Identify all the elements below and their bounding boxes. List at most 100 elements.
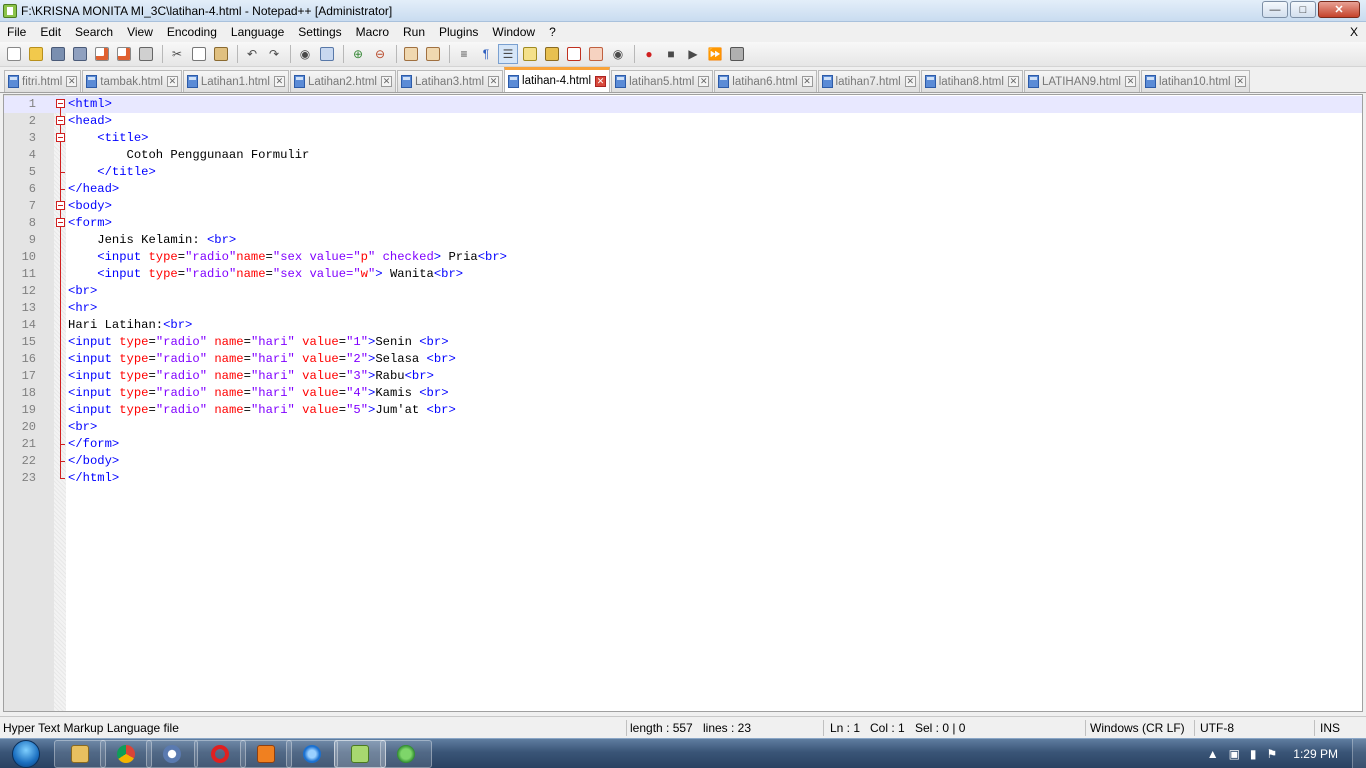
close-file-button[interactable] — [92, 44, 112, 64]
sync-vertical-button[interactable] — [401, 44, 421, 64]
tab-tambak[interactable]: tambak.html ✕ — [82, 70, 182, 92]
show-desktop-button[interactable] — [1352, 739, 1366, 768]
tab-latihan9[interactable]: LATIHAN9.html ✕ — [1023, 70, 1140, 92]
taskbar-opera[interactable] — [194, 740, 246, 768]
code-line[interactable]: 9 Jenis Kelamin: <br> — [4, 232, 1362, 249]
record-macro-button[interactable]: ● — [639, 44, 659, 64]
code-line[interactable]: 19 <input type="radio" name="hari" value=… — [4, 402, 1362, 419]
code-text[interactable]: <form> — [68, 215, 112, 232]
code-text[interactable]: <input type="radio" name="hari" value="1… — [68, 334, 449, 351]
code-text[interactable]: Hari Latihan:<br> — [68, 317, 192, 334]
code-line[interactable]: 23 </html> — [4, 470, 1362, 487]
code-line[interactable]: 18 <input type="radio" name="hari" value=… — [4, 385, 1362, 402]
code-line[interactable]: 16 <input type="radio" name="hari" value=… — [4, 351, 1362, 368]
code-text[interactable]: <title> — [68, 130, 148, 147]
code-line[interactable]: 11 <input type="radio"name="sex value="w… — [4, 266, 1362, 283]
open-file-button[interactable] — [26, 44, 46, 64]
close-tab-icon[interactable]: ✕ — [166, 76, 178, 87]
code-line[interactable]: 13 <hr> — [4, 300, 1362, 317]
copy-button[interactable] — [189, 44, 209, 64]
fold-marker[interactable] — [54, 113, 66, 130]
close-tab-icon[interactable]: ✕ — [904, 76, 916, 87]
code-text[interactable]: <html> — [68, 96, 112, 113]
function-list-button[interactable] — [564, 44, 584, 64]
code-line[interactable]: 6 </head> — [4, 181, 1362, 198]
word-wrap-button[interactable]: ≡ — [454, 44, 474, 64]
tab-latihan3[interactable]: Latihan3.html ✕ — [396, 70, 504, 92]
code-editor[interactable]: 1 <html> 2 <head> 3 <title> 4 Cotoh Penggunaa… — [3, 94, 1363, 712]
code-text[interactable]: Jenis Kelamin: <br> — [68, 232, 236, 249]
code-line[interactable]: 22 </body> — [4, 453, 1362, 470]
taskbar-clover[interactable] — [380, 740, 432, 768]
folder-workspace-button[interactable] — [586, 44, 606, 64]
code-text[interactable]: <input type="radio" name="hari" value="5… — [68, 402, 456, 419]
code-line[interactable]: 2 <head> — [4, 113, 1362, 130]
print-button[interactable] — [136, 44, 156, 64]
flag-icon[interactable]: ⚑ — [1267, 747, 1278, 761]
code-text[interactable]: <input type="radio"name="sex value="p" c… — [68, 249, 507, 266]
play-macro-button[interactable]: ▶ — [683, 44, 703, 64]
code-text[interactable]: </body> — [68, 453, 119, 470]
code-line[interactable]: 17 <input type="radio" name="hari" value=… — [4, 368, 1362, 385]
code-line[interactable]: 12 <br> — [4, 283, 1362, 300]
code-line[interactable]: 20 <br> — [4, 419, 1362, 436]
code-text[interactable]: <input type="radio" name="hari" value="4… — [68, 385, 449, 402]
code-text[interactable]: <input type="radio" name="hari" value="2… — [68, 351, 456, 368]
tab-latihan2[interactable]: Latihan2.html ✕ — [289, 70, 396, 92]
minimize-button[interactable]: — — [1262, 1, 1288, 18]
menu-view[interactable]: View — [120, 22, 160, 42]
code-line[interactable]: 7 <body> — [4, 198, 1362, 215]
network-signal-icon[interactable]: ▮ — [1250, 747, 1257, 761]
redo-button[interactable]: ↷ — [264, 44, 284, 64]
new-file-button[interactable] — [4, 44, 24, 64]
taskbar-notepadpp[interactable] — [334, 740, 386, 768]
indent-guide-button[interactable]: ☰ — [498, 44, 518, 64]
monitoring-button[interactable]: ◉ — [608, 44, 628, 64]
taskbar-chrome[interactable] — [100, 740, 152, 768]
close-tab-icon[interactable]: ✕ — [488, 76, 500, 87]
code-line[interactable]: 3 <title> — [4, 130, 1362, 147]
menu-encoding[interactable]: Encoding — [160, 22, 224, 42]
run-macro-multiple-button[interactable]: ⏩ — [705, 44, 725, 64]
menu-macro[interactable]: Macro — [349, 22, 396, 42]
tab-latihan6[interactable]: latihan6.html ✕ — [714, 70, 817, 92]
show-hidden-icons-icon[interactable]: ▲ — [1207, 747, 1219, 761]
document-map-button[interactable] — [542, 44, 562, 64]
menu-edit[interactable]: Edit — [33, 22, 68, 42]
code-text[interactable]: </html> — [68, 470, 119, 487]
fold-marker[interactable] — [54, 215, 66, 232]
code-line[interactable]: 1 <html> — [4, 96, 1362, 113]
taskbar-app[interactable] — [146, 740, 198, 768]
user-language-button[interactable] — [520, 44, 540, 64]
code-text[interactable]: <br> — [68, 419, 97, 436]
tab-latihan5[interactable]: latihan5.html ✕ — [611, 70, 714, 92]
close-tab-icon[interactable]: ✕ — [1007, 76, 1019, 87]
cut-button[interactable]: ✂ — [167, 44, 187, 64]
save-button[interactable] — [48, 44, 68, 64]
save-all-button[interactable] — [70, 44, 90, 64]
close-tab-icon[interactable]: ✕ — [1124, 76, 1136, 87]
undo-button[interactable]: ↶ — [242, 44, 262, 64]
code-lines[interactable]: 1 <html> 2 <head> 3 <title> 4 Cotoh Penggunaa… — [4, 96, 1362, 487]
clock[interactable]: 1:29 PM — [1293, 747, 1338, 761]
maximize-button[interactable]: □ — [1290, 1, 1316, 18]
menu-search[interactable]: Search — [68, 22, 120, 42]
code-text[interactable]: </title> — [68, 164, 156, 181]
menu-file[interactable]: File — [0, 22, 33, 42]
fold-marker[interactable] — [54, 198, 66, 215]
tab-latihan1[interactable]: Latihan1.html ✕ — [182, 70, 289, 92]
code-text[interactable]: <input type="radio" name="hari" value="3… — [68, 368, 434, 385]
tab-latihan-4[interactable]: latihan-4.html ✕ — [504, 67, 611, 92]
code-text[interactable]: </form> — [68, 436, 119, 453]
code-line[interactable]: 15 <input type="radio" name="hari" value=… — [4, 334, 1362, 351]
fold-marker[interactable] — [54, 96, 66, 113]
sync-horizontal-button[interactable] — [423, 44, 443, 64]
tab-latihan10[interactable]: latihan10.html ✕ — [1140, 70, 1250, 92]
find-button[interactable]: ◉ — [295, 44, 315, 64]
code-line[interactable]: 8 <form> — [4, 215, 1362, 232]
menu-settings[interactable]: Settings — [291, 22, 348, 42]
code-text[interactable]: Cotoh Penggunaan Formulir — [68, 147, 310, 164]
zoom-in-button[interactable]: ⊕ — [348, 44, 368, 64]
code-text[interactable]: </head> — [68, 181, 119, 198]
code-line[interactable]: 4 Cotoh Penggunaan Formulir — [4, 147, 1362, 164]
